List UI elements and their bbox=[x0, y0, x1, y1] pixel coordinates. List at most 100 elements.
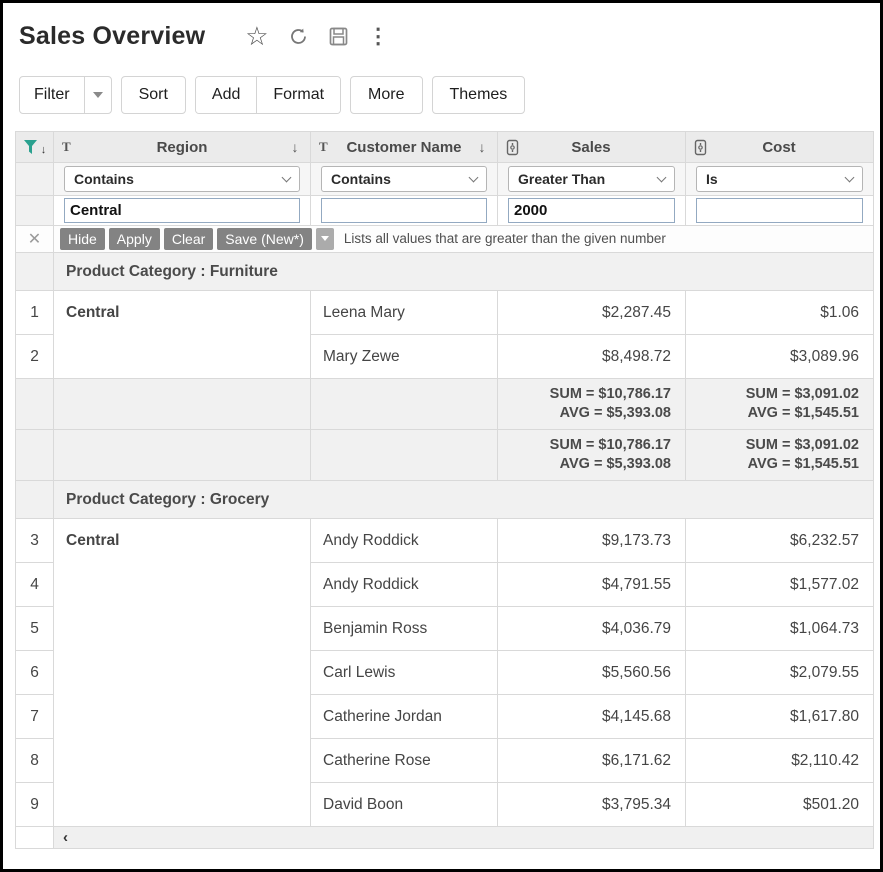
row-number-cell: 9 bbox=[16, 783, 54, 827]
data-grid: ↓ T Region ↓ T Customer Name ↓ bbox=[15, 131, 874, 849]
numeric-column-icon bbox=[694, 139, 707, 156]
summary-line: AVG = $5,393.08 bbox=[498, 404, 671, 423]
gutter-cell bbox=[16, 163, 54, 196]
region-operator-select[interactable]: Contains bbox=[64, 166, 300, 192]
save-icon[interactable] bbox=[328, 26, 349, 47]
summary-customer-cell bbox=[311, 379, 498, 430]
column-header-region[interactable]: T Region ↓ bbox=[54, 132, 311, 163]
table-body: Product Category : Furniture1CentralLeen… bbox=[16, 253, 874, 827]
row-number-cell: 4 bbox=[16, 563, 54, 607]
filter-dropdown-arrow[interactable] bbox=[84, 77, 111, 113]
close-filter-icon[interactable]: ✕ bbox=[16, 226, 54, 253]
cost-value-cell: $6,232.57 bbox=[686, 519, 874, 563]
cost-filter-input[interactable] bbox=[696, 198, 863, 223]
sort-button[interactable]: Sort bbox=[121, 76, 186, 114]
chevron-down-icon bbox=[845, 173, 855, 183]
scrollbar-corner bbox=[16, 827, 54, 849]
filter-value-row bbox=[16, 196, 874, 226]
customer-filter-input[interactable] bbox=[321, 198, 487, 223]
favorite-star-icon[interactable]: ☆ bbox=[245, 23, 268, 49]
row-number-cell: 2 bbox=[16, 335, 54, 379]
sales-value-cell: $2,287.45 bbox=[498, 291, 686, 335]
funnel-sort-arrow-icon: ↓ bbox=[41, 144, 47, 156]
text-column-icon: T bbox=[319, 139, 333, 155]
chevron-down-icon bbox=[469, 173, 479, 183]
column-label-cost: Cost bbox=[707, 139, 851, 156]
clear-button[interactable]: Clear bbox=[164, 228, 213, 251]
column-header-sales[interactable]: Sales bbox=[498, 132, 686, 163]
sort-desc-icon[interactable]: ↓ bbox=[475, 139, 489, 155]
cost-value-cell: $2,079.55 bbox=[686, 651, 874, 695]
summary-row: SUM = $10,786.17AVG = $5,393.08SUM = $3,… bbox=[16, 430, 874, 481]
cost-value-cell: $1,617.80 bbox=[686, 695, 874, 739]
summary-gutter-cell bbox=[16, 379, 54, 430]
active-filter-funnel-icon[interactable]: ↓ bbox=[16, 139, 53, 155]
summary-gutter-cell bbox=[16, 430, 54, 481]
column-header-customer-name[interactable]: T Customer Name ↓ bbox=[311, 132, 498, 163]
cost-value-cell: $1,064.73 bbox=[686, 607, 874, 651]
cost-value-cell: $1.06 bbox=[686, 291, 874, 335]
summary-line: AVG = $1,545.51 bbox=[686, 455, 859, 474]
triangle-down-icon bbox=[93, 92, 103, 98]
cost-value-cell: $2,110.42 bbox=[686, 739, 874, 783]
row-number-cell: 5 bbox=[16, 607, 54, 651]
cost-summary-cell: SUM = $3,091.02AVG = $1,545.51 bbox=[686, 430, 874, 481]
customer-name-cell: Carl Lewis bbox=[311, 651, 498, 695]
group-gutter-cell bbox=[16, 481, 54, 519]
filter-button-label[interactable]: Filter bbox=[20, 77, 84, 113]
cost-operator-select[interactable]: Is bbox=[696, 166, 863, 192]
summary-region-cell bbox=[54, 430, 311, 481]
filter-gutter-cell: ↓ bbox=[16, 132, 54, 163]
scroll-left-arrow-icon[interactable]: ‹ bbox=[63, 829, 68, 846]
customer-name-cell: Andy Roddick bbox=[311, 563, 498, 607]
sort-desc-icon[interactable]: ↓ bbox=[288, 139, 302, 155]
save-new-button[interactable]: Save (New*) bbox=[217, 228, 312, 251]
sales-value-cell: $8,498.72 bbox=[498, 335, 686, 379]
cost-summary-cell: SUM = $3,091.02AVG = $1,545.51 bbox=[686, 379, 874, 430]
sales-value-cell: $4,791.55 bbox=[498, 563, 686, 607]
group-header-label: Product Category : Grocery bbox=[54, 481, 874, 519]
chevron-down-icon bbox=[657, 173, 667, 183]
numeric-column-icon bbox=[506, 139, 519, 156]
row-number-cell: 6 bbox=[16, 651, 54, 695]
cost-operator-value: Is bbox=[706, 171, 718, 187]
horizontal-scrollbar[interactable]: ‹ bbox=[54, 827, 874, 849]
table-row[interactable]: 3CentralAndy Roddick$9,173.73$6,232.57 bbox=[16, 519, 874, 563]
customer-operator-select[interactable]: Contains bbox=[321, 166, 487, 192]
group-header-label: Product Category : Furniture bbox=[54, 253, 874, 291]
toolbar: Filter Sort Add Format More Themes bbox=[19, 76, 864, 114]
summary-line: AVG = $1,545.51 bbox=[686, 404, 859, 423]
sales-value-cell: $4,145.68 bbox=[498, 695, 686, 739]
apply-button[interactable]: Apply bbox=[109, 228, 160, 251]
triangle-down-icon bbox=[321, 236, 329, 241]
summary-customer-cell bbox=[311, 430, 498, 481]
row-number-cell: 3 bbox=[16, 519, 54, 563]
group-header-row: Product Category : Grocery bbox=[16, 481, 874, 519]
column-label-sales: Sales bbox=[519, 139, 663, 156]
save-dropdown-arrow[interactable] bbox=[316, 228, 334, 250]
column-header-cost[interactable]: Cost bbox=[686, 132, 874, 163]
themes-button[interactable]: Themes bbox=[432, 76, 526, 114]
row-number-cell: 8 bbox=[16, 739, 54, 783]
hide-button[interactable]: Hide bbox=[60, 228, 105, 251]
chevron-down-icon bbox=[282, 173, 292, 183]
title-actions: ☆ ⋮ bbox=[245, 23, 388, 49]
group-header-row: Product Category : Furniture bbox=[16, 253, 874, 291]
region-filter-input[interactable] bbox=[64, 198, 300, 223]
cost-value-cell: $501.20 bbox=[686, 783, 874, 827]
sales-operator-select[interactable]: Greater Than bbox=[508, 166, 675, 192]
more-options-kebab-icon[interactable]: ⋮ bbox=[368, 26, 389, 47]
more-button[interactable]: More bbox=[350, 76, 422, 114]
customer-operator-value: Contains bbox=[331, 171, 391, 187]
add-button[interactable]: Add bbox=[196, 77, 257, 113]
filter-actions-row: ✕ Hide Apply Clear Save (New*) Lists all… bbox=[16, 226, 874, 253]
sales-filter-input[interactable] bbox=[508, 198, 675, 223]
title-bar: Sales Overview ☆ ⋮ bbox=[19, 17, 864, 55]
filter-button[interactable]: Filter bbox=[19, 76, 112, 114]
refresh-icon[interactable] bbox=[288, 26, 309, 47]
table-row[interactable]: 1CentralLeena Mary$2,287.45$1.06 bbox=[16, 291, 874, 335]
sales-summary-cell: SUM = $10,786.17AVG = $5,393.08 bbox=[498, 430, 686, 481]
sales-value-cell: $9,173.73 bbox=[498, 519, 686, 563]
filter-operator-row: Contains Contains Greater Than Is bbox=[16, 163, 874, 196]
format-button[interactable]: Format bbox=[257, 77, 340, 113]
